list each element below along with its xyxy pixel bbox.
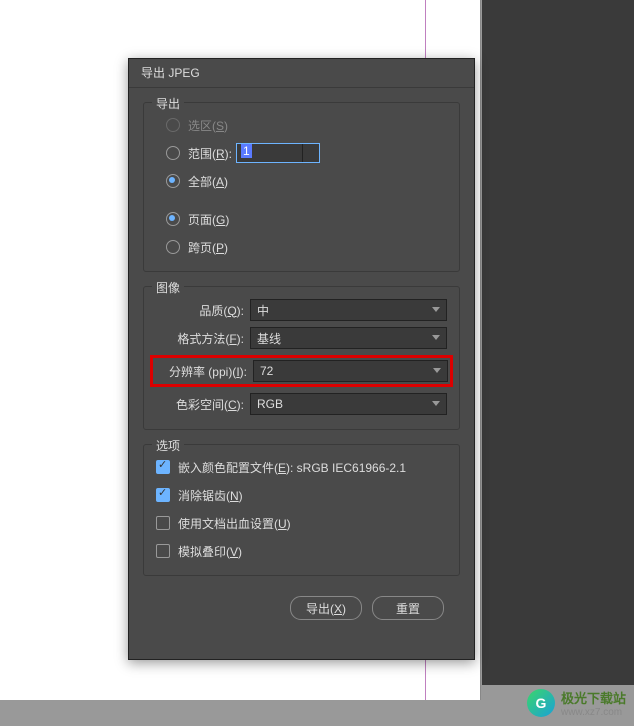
- resolution-select[interactable]: 72: [253, 360, 448, 382]
- all-radio[interactable]: [166, 174, 180, 188]
- watermark-site-name: 极光下载站: [561, 688, 626, 707]
- all-label: 全部(A): [188, 173, 228, 190]
- watermark-site-url: www.xz7.com: [561, 707, 626, 718]
- range-input[interactable]: 1: [236, 143, 320, 163]
- pages-radio[interactable]: [166, 212, 180, 226]
- overprint-checkbox[interactable]: [156, 544, 170, 558]
- embed-profile-checkbox[interactable]: [156, 460, 170, 474]
- selection-label: 选区(S): [188, 117, 228, 134]
- bleed-checkbox[interactable]: [156, 516, 170, 530]
- pages-label: 页面(G): [188, 211, 229, 228]
- options-legend: 选项: [152, 437, 184, 454]
- watermark: G 极光下载站 www.xz7.com: [527, 688, 626, 718]
- range-label: 范围(R):: [188, 145, 232, 162]
- watermark-logo-icon: G: [527, 689, 555, 717]
- dialog-title: 导出 JPEG: [129, 59, 474, 88]
- antialias-checkbox[interactable]: [156, 488, 170, 502]
- resolution-label: 分辨率 (ppi)(I):: [155, 363, 253, 380]
- export-legend: 导出: [152, 95, 184, 112]
- options-group: 选项 嵌入颜色配置文件(E): sRGB IEC61966-2.1 消除锯齿(N…: [143, 444, 460, 576]
- embed-profile-label: 嵌入颜色配置文件(E): sRGB IEC61966-2.1: [178, 459, 406, 476]
- format-select[interactable]: 基线: [250, 327, 447, 349]
- bleed-label: 使用文档出血设置(U): [178, 515, 291, 532]
- export-button[interactable]: 导出(X): [290, 596, 362, 620]
- overprint-label: 模拟叠印(V): [178, 543, 242, 560]
- resolution-highlight: 分辨率 (ppi)(I): 72: [150, 355, 453, 387]
- quality-select[interactable]: 中: [250, 299, 447, 321]
- image-group: 图像 品质(Q): 中 格式方法(F): 基线 分辨率 (ppi)(I): 72…: [143, 286, 460, 430]
- reset-button[interactable]: 重置: [372, 596, 444, 620]
- range-radio[interactable]: [166, 146, 180, 160]
- colorspace-label: 色彩空间(C):: [156, 396, 250, 413]
- spreads-radio[interactable]: [166, 240, 180, 254]
- export-group: 导出 选区(S) 范围(R): 1 全部(A): [143, 102, 460, 272]
- quality-label: 品质(Q):: [156, 302, 250, 319]
- format-label: 格式方法(F):: [156, 330, 250, 347]
- export-jpeg-dialog: 导出 JPEG 导出 选区(S) 范围(R): 1: [128, 58, 475, 660]
- image-legend: 图像: [152, 279, 184, 296]
- spreads-label: 跨页(P): [188, 239, 228, 256]
- selection-radio: [166, 118, 180, 132]
- antialias-label: 消除锯齿(N): [178, 487, 243, 504]
- right-panel: [482, 0, 634, 685]
- colorspace-select[interactable]: RGB: [250, 393, 447, 415]
